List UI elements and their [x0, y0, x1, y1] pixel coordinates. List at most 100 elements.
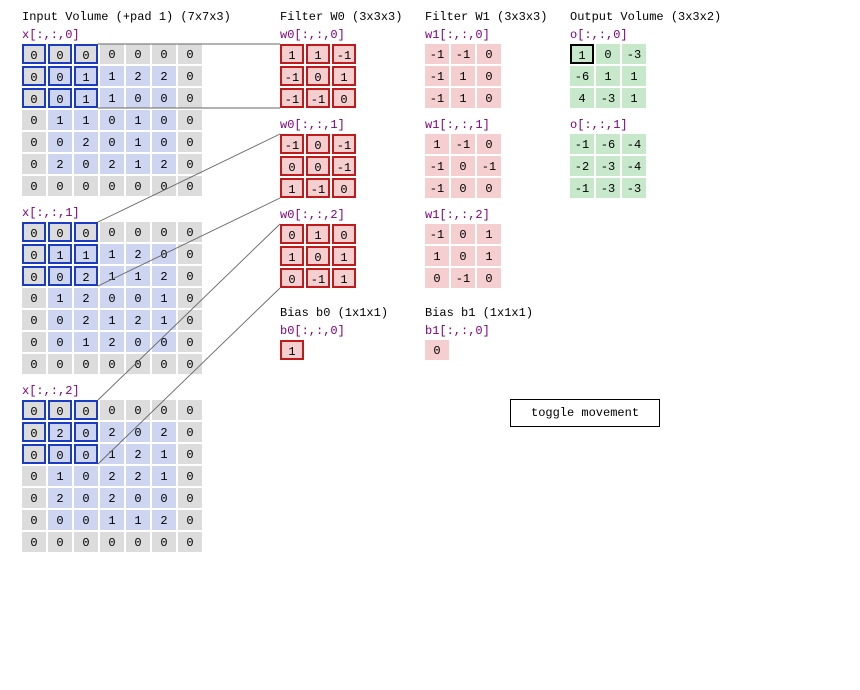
grid-cell: -1 [306, 268, 330, 288]
grid-cell: 0 [22, 44, 46, 64]
grid-cell: -1 [306, 178, 330, 198]
grid-cell: 0 [178, 266, 202, 286]
filter-w1-column: Filter W1 (3x3x3) w1[:,:,0]-1-10-110-110… [425, 10, 547, 360]
grid-cell: 0 [126, 354, 150, 374]
grid-cell: 1 [74, 110, 98, 130]
grid-cell: 0 [74, 532, 98, 552]
grid-cell: -1 [451, 268, 475, 288]
grid-cell: 0 [280, 156, 304, 176]
grid-cell: 1 [100, 244, 124, 264]
bias-b0-label: b0[:,:,0] [280, 324, 402, 338]
grid-cell: 0 [451, 178, 475, 198]
filter-slice-label: w0[:,:,1] [280, 118, 402, 132]
grid-cell: -1 [451, 134, 475, 154]
filter-w1-title: Filter W1 (3x3x3) [425, 10, 547, 24]
grid-cell: 1 [306, 224, 330, 244]
grid-cell: 0 [178, 222, 202, 242]
grid-cell: 0 [178, 400, 202, 420]
grid-cell: 0 [152, 488, 176, 508]
grid-cell: 1 [425, 134, 449, 154]
grid-cell: 0 [22, 176, 46, 196]
grid-cell: 0 [178, 310, 202, 330]
grid-cell: -6 [596, 134, 620, 154]
output-grid: -1-6-4-2-3-4-1-3-3 [570, 134, 721, 198]
grid-cell: 0 [126, 288, 150, 308]
grid-cell: 0 [100, 132, 124, 152]
grid-cell: 0 [152, 400, 176, 420]
grid-cell: 0 [48, 266, 72, 286]
grid-cell: 0 [178, 466, 202, 486]
grid-cell: 1 [152, 310, 176, 330]
grid-cell: -1 [280, 134, 304, 154]
grid-cell: 0 [74, 154, 98, 174]
grid-cell: 0 [280, 224, 304, 244]
grid-cell: 0 [74, 488, 98, 508]
grid-cell: 0 [126, 222, 150, 242]
grid-cell: 0 [100, 222, 124, 242]
grid-cell: 2 [100, 154, 124, 174]
grid-cell: 0 [178, 422, 202, 442]
input-grid: 0000000011120000211200120010002121000120… [22, 222, 231, 374]
grid-cell: 0 [22, 266, 46, 286]
grid-cell: -1 [477, 156, 501, 176]
grid-cell: 2 [152, 154, 176, 174]
filter-grid: -1-10-110-110 [425, 44, 547, 108]
grid-cell: 0 [332, 178, 356, 198]
grid-cell: 0 [22, 132, 46, 152]
grid-cell: 0 [22, 532, 46, 552]
grid-cell: -1 [425, 178, 449, 198]
grid-cell: 0 [126, 88, 150, 108]
grid-cell: 0 [48, 132, 72, 152]
grid-cell: 0 [74, 510, 98, 530]
grid-cell: 1 [570, 44, 594, 64]
output-column: Output Volume (3x3x2) o[:,:,0]10-3-6114-… [570, 10, 721, 204]
grid-cell: 0 [100, 176, 124, 196]
grid-cell: 2 [152, 66, 176, 86]
grid-cell: -4 [622, 156, 646, 176]
grid-cell: 0 [22, 444, 46, 464]
grid-cell: 0 [152, 332, 176, 352]
grid-cell: 0 [48, 66, 72, 86]
grid-cell: 0 [477, 134, 501, 154]
grid-cell: 0 [100, 532, 124, 552]
grid-cell: 0 [178, 288, 202, 308]
grid-cell: -1 [570, 178, 594, 198]
grid-cell: 2 [74, 288, 98, 308]
grid-cell: 0 [74, 176, 98, 196]
grid-cell: 0 [48, 532, 72, 552]
output-slice-label: o[:,:,0] [570, 28, 721, 42]
grid-cell: 0 [74, 422, 98, 442]
grid-cell: 2 [152, 510, 176, 530]
grid-cell: 0 [22, 288, 46, 308]
grid-cell: 0 [152, 44, 176, 64]
grid-cell: 1 [152, 288, 176, 308]
grid-cell: 1 [126, 266, 150, 286]
grid-cell: 1 [100, 66, 124, 86]
grid-cell: -1 [332, 156, 356, 176]
grid-cell: -1 [425, 224, 449, 244]
grid-cell: -1 [332, 44, 356, 64]
grid-cell: 0 [332, 224, 356, 244]
input-column: Input Volume (+pad 1) (7x7x3) x[:,:,0]00… [22, 10, 231, 558]
filter-slice-label: w0[:,:,0] [280, 28, 402, 42]
grid-cell: -3 [596, 156, 620, 176]
grid-cell: 0 [477, 66, 501, 86]
grid-cell: 1 [126, 154, 150, 174]
grid-cell: -4 [622, 134, 646, 154]
grid-cell: 0 [22, 354, 46, 374]
output-slice-label: o[:,:,1] [570, 118, 721, 132]
grid-cell: 1 [596, 66, 620, 86]
grid-cell: 1 [451, 88, 475, 108]
grid-cell: 0 [477, 178, 501, 198]
grid-cell: 0 [48, 310, 72, 330]
grid-cell: 0 [74, 44, 98, 64]
grid-cell: 0 [152, 244, 176, 264]
grid-cell: -1 [280, 66, 304, 86]
grid-cell: 0 [178, 532, 202, 552]
filter-w0-title: Filter W0 (3x3x3) [280, 10, 402, 24]
grid-cell: 1 [306, 44, 330, 64]
toggle-movement-button[interactable]: toggle movement [510, 399, 660, 427]
grid-cell: 0 [178, 66, 202, 86]
input-grid: 0000000020202000012100102210020200000011… [22, 400, 231, 552]
grid-cell: 0 [22, 510, 46, 530]
